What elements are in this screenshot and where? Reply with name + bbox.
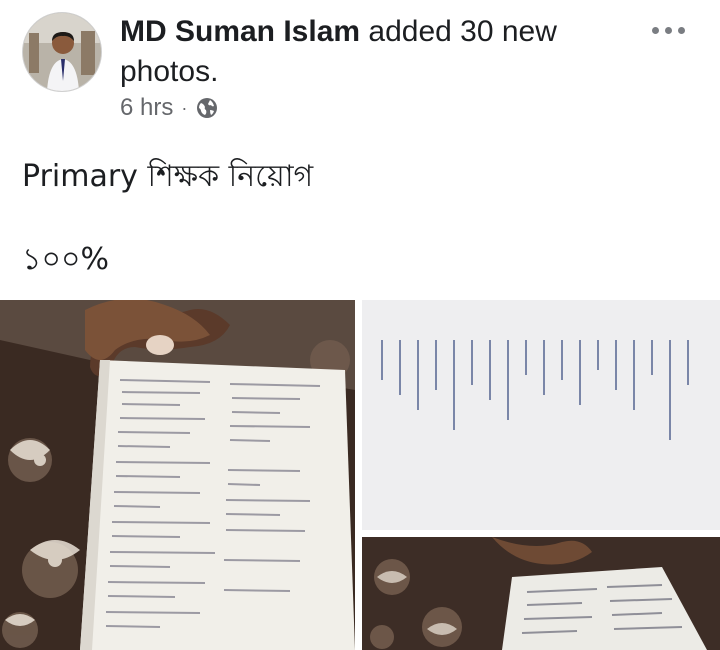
post-meta: 6 hrs · [120, 94, 219, 122]
meta-separator: · [181, 97, 188, 118]
photo-2[interactable] [362, 300, 720, 530]
question-paper-photo [362, 300, 720, 530]
more-options-icon[interactable] [646, 20, 690, 40]
post-timestamp[interactable]: 6 hrs [120, 94, 173, 122]
post-title: MD Suman Islam added 30 new photos. [120, 12, 620, 92]
photo-3[interactable] [362, 537, 720, 650]
post-text-percent: ১০০% [22, 242, 109, 277]
author-avatar[interactable] [22, 12, 102, 92]
question-paper-photo [0, 300, 355, 650]
post-text: Primary শিক্ষক নিয়োগ [22, 159, 314, 194]
more-dot [651, 26, 659, 34]
more-dot [677, 26, 685, 34]
globe-icon[interactable] [195, 96, 219, 120]
author-name[interactable]: MD Suman Islam [120, 15, 360, 48]
more-dot [664, 26, 672, 34]
post-header: MD Suman Islam added 30 new photos. 6 hr… [0, 0, 720, 130]
avatar-image [23, 13, 101, 91]
question-paper-photo [362, 537, 720, 650]
photo-1[interactable] [0, 300, 355, 650]
